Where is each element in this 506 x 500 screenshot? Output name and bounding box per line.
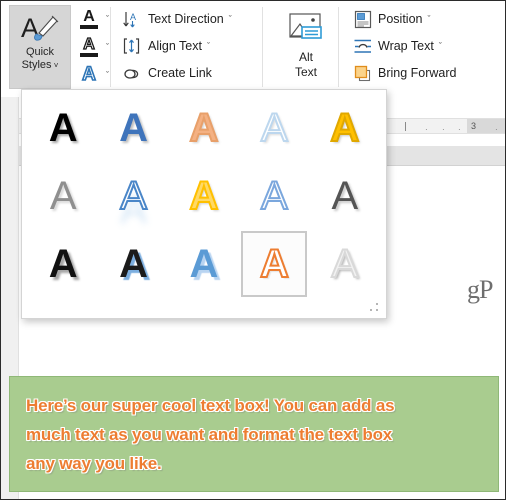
position-label: Position xyxy=(378,12,423,26)
align-text-label: Align Text xyxy=(148,39,202,53)
ribbon-group-accessibility: Alt Text xyxy=(263,1,339,93)
wrap-text-label: Wrap Text xyxy=(378,39,434,53)
align-text-icon xyxy=(123,36,143,56)
ribbon-group-arrange: Position ˇ Wrap Text ˇ Bring Forward xyxy=(339,1,461,93)
chevron-down-icon[interactable]: ˇ xyxy=(229,14,232,24)
quick-style-item-1[interactable]: A xyxy=(28,94,98,162)
quick-style-letter: A xyxy=(119,173,148,219)
app-window: · · · 3 · gP A Quick Styles ˅ A ˇ A ˇ A … xyxy=(0,0,506,500)
text-style-buttons: A ˇ A ˇ A ˇ xyxy=(76,6,111,88)
quick-style-letter: A xyxy=(189,242,219,286)
resize-grip-icon[interactable] xyxy=(370,303,380,313)
quick-style-item-4[interactable]: A xyxy=(239,94,309,162)
text-outline-color-button[interactable]: A ˇ xyxy=(76,34,111,60)
quick-style-letter: A xyxy=(329,105,360,151)
text-fill-color-button[interactable]: A ˇ xyxy=(76,6,111,32)
quick-style-letter: A xyxy=(260,173,289,219)
bring-forward-label: Bring Forward xyxy=(378,66,457,80)
quick-style-item-13[interactable]: A xyxy=(169,230,239,298)
quick-style-letter: A xyxy=(48,106,78,150)
ruler-tick: · xyxy=(495,125,498,134)
quick-style-item-11[interactable]: A xyxy=(28,230,98,298)
chevron-down-icon[interactable]: ˇ xyxy=(207,41,210,51)
alt-text-label-line1: Alt xyxy=(298,50,313,64)
quick-style-item-9[interactable]: A xyxy=(239,162,309,230)
green-text-box[interactable]: Here’s our super cool text box! You can … xyxy=(9,376,499,492)
quick-style-letter: A xyxy=(260,105,289,151)
quick-style-letter: A xyxy=(331,174,359,218)
ruler-tick: · xyxy=(442,125,445,134)
text-direction-label: Text Direction xyxy=(148,12,224,26)
position-button[interactable]: Position ˇ xyxy=(351,7,461,31)
wrap-text-icon xyxy=(353,36,373,56)
text-effects-icon: A xyxy=(81,63,96,86)
letter-a-with-brush-icon: A xyxy=(21,13,59,43)
chevron-down-icon[interactable]: ˇ xyxy=(106,14,109,24)
position-icon xyxy=(353,9,373,29)
ruler-tick: · xyxy=(458,125,461,134)
quick-style-item-3[interactable]: A xyxy=(169,94,239,162)
create-link-icon xyxy=(123,63,143,83)
quick-style-letter: A xyxy=(259,241,290,287)
alt-text-button[interactable]: Alt Text xyxy=(277,5,335,89)
quick-style-item-7[interactable]: A xyxy=(98,162,168,230)
ribbon-group-text: A Text Direction ˇ Align Text ˇ Create L… xyxy=(111,1,263,93)
quick-style-letter: A xyxy=(119,106,149,150)
quick-style-item-14[interactable]: A xyxy=(239,230,309,298)
quick-style-letter: A xyxy=(119,242,149,286)
align-text-button[interactable]: Align Text ˇ xyxy=(121,34,236,58)
quick-styles-label: Quick Styles ˅ xyxy=(22,46,59,72)
bring-forward-button[interactable]: Bring Forward xyxy=(351,61,461,85)
quick-styles-gallery[interactable]: AAAAAAAAAAAAAAA xyxy=(21,89,387,319)
ribbon-toolbar: A Quick Styles ˅ A ˇ A ˇ A ˇ A Text Dire… xyxy=(1,1,505,97)
create-link-label: Create Link xyxy=(148,66,212,80)
quick-styles-label-line2: Styles ˅ xyxy=(21,59,59,71)
quick-style-letter: A xyxy=(48,242,78,286)
chevron-down-icon[interactable]: ˇ xyxy=(106,42,109,52)
watermark-text: gP xyxy=(467,275,493,304)
quick-style-item-6[interactable]: A xyxy=(28,162,98,230)
quick-styles-label-line1: Quick xyxy=(25,46,55,58)
text-direction-button[interactable]: A Text Direction ˇ xyxy=(121,7,236,31)
create-link-button[interactable]: Create Link xyxy=(121,61,236,85)
quick-style-item-12[interactable]: A xyxy=(98,230,168,298)
quick-styles-grid: AAAAAAAAAAAAAAA xyxy=(22,90,386,298)
ruler-number: 3 xyxy=(471,121,477,131)
quick-style-item-2[interactable]: A xyxy=(98,94,168,162)
text-commands-column: A Text Direction ˇ Align Text ˇ Create L… xyxy=(121,7,236,85)
chevron-down-icon[interactable]: ˅ xyxy=(52,61,59,70)
chevron-down-icon[interactable]: ˇ xyxy=(106,70,109,80)
chevron-down-icon[interactable]: ˇ xyxy=(427,14,430,24)
quick-style-item-5[interactable]: A xyxy=(310,94,380,162)
svg-text:A: A xyxy=(130,12,136,22)
text-fill-color-icon: A xyxy=(78,7,100,31)
textbox-line: Here’s our super cool text box! You can … xyxy=(26,396,395,415)
quick-styles-button[interactable]: A Quick Styles ˅ xyxy=(9,5,71,89)
quick-style-item-10[interactable]: A xyxy=(310,162,380,230)
quick-style-letter: A xyxy=(49,174,77,218)
text-outline-color-icon: A xyxy=(78,35,100,59)
chevron-down-icon[interactable]: ˇ xyxy=(439,41,442,51)
quick-style-item-15[interactable]: A xyxy=(310,230,380,298)
textbox-line: any way you like. xyxy=(26,454,162,473)
wrap-text-button[interactable]: Wrap Text ˇ xyxy=(351,34,461,58)
text-effects-button[interactable]: A ˇ xyxy=(76,62,111,88)
alt-text-picture-icon xyxy=(289,13,322,39)
textbox-line: much text as you want and format the tex… xyxy=(26,425,393,444)
text-direction-icon: A xyxy=(123,9,143,29)
bring-forward-icon xyxy=(353,63,373,83)
quick-style-item-8[interactable]: A xyxy=(169,162,239,230)
quick-style-letter: A xyxy=(189,173,220,219)
ruler-tab-stop[interactable] xyxy=(405,122,406,131)
alt-text-label: Alt Text xyxy=(295,50,317,80)
quick-style-letter: A xyxy=(330,241,359,287)
arrange-commands-column: Position ˇ Wrap Text ˇ Bring Forward xyxy=(351,7,461,85)
ribbon-group-wordart-styles: A Quick Styles ˅ A ˇ A ˇ A ˇ xyxy=(1,1,111,93)
ruler-tick: · xyxy=(425,125,428,134)
quick-style-letter: A xyxy=(189,105,220,151)
alt-text-label-line2: Text xyxy=(294,65,317,79)
